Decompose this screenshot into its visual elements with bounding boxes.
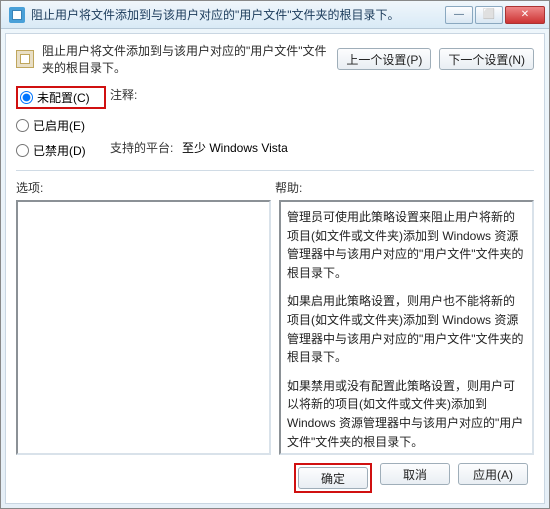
dialog-window: 阻止用户将文件添加到与该用户对应的"用户文件"文件夹的根目录下。 — ⬜ ✕ 阻… — [0, 0, 550, 509]
radio-disabled-input[interactable] — [16, 144, 29, 157]
comment-label: 注释: — [110, 86, 176, 103]
options-pane — [16, 200, 271, 455]
previous-setting-button[interactable]: 上一个设置(P) — [337, 48, 431, 70]
policy-description: 阻止用户将文件添加到与该用户对应的"用户文件"文件夹的根目录下。 — [42, 42, 329, 76]
platform-row: 支持的平台: 至少 Windows Vista — [110, 139, 534, 156]
options-label: 选项: — [16, 179, 275, 196]
policy-icon — [16, 50, 34, 68]
radio-enabled[interactable]: 已启用(E) — [16, 117, 106, 134]
help-pane[interactable]: 管理员可使用此策略设置来阻止用户将新的项目(如文件或文件夹)添加到 Window… — [279, 200, 534, 455]
minimize-button[interactable]: — — [445, 6, 473, 24]
footer: 确定 取消 应用(A) — [16, 455, 534, 495]
info-block: 注释: 支持的平台: 至少 Windows Vista — [110, 86, 534, 156]
next-setting-button[interactable]: 下一个设置(N) — [439, 48, 534, 70]
comment-row: 注释: — [110, 86, 534, 103]
radio-group: 未配置(C) 已启用(E) 已禁用(D) — [16, 86, 106, 159]
radio-enabled-label: 已启用(E) — [33, 117, 85, 134]
ok-highlight: 确定 — [294, 463, 372, 493]
help-label: 帮助: — [275, 179, 534, 196]
divider — [16, 170, 534, 171]
radio-not-configured-highlight: 未配置(C) — [16, 86, 106, 109]
ok-button[interactable]: 确定 — [298, 467, 368, 489]
radio-not-configured-input[interactable] — [20, 91, 33, 104]
content-area: 阻止用户将文件添加到与该用户对应的"用户文件"文件夹的根目录下。 上一个设置(P… — [5, 33, 545, 504]
config-row: 未配置(C) 已启用(E) 已禁用(D) 注释: — [16, 86, 534, 164]
apply-button[interactable]: 应用(A) — [458, 463, 528, 485]
header-row: 阻止用户将文件添加到与该用户对应的"用户文件"文件夹的根目录下。 上一个设置(P… — [16, 42, 534, 76]
radio-not-configured[interactable]: 未配置(C) — [20, 89, 90, 106]
cancel-button[interactable]: 取消 — [380, 463, 450, 485]
platform-value: 至少 Windows Vista — [182, 139, 534, 156]
close-button[interactable]: ✕ — [505, 6, 545, 24]
help-paragraph: 如果启用此策略设置，则用户也不能将新的项目(如文件或文件夹)添加到 Window… — [287, 292, 526, 366]
titlebar: 阻止用户将文件添加到与该用户对应的"用户文件"文件夹的根目录下。 — ⬜ ✕ — [1, 1, 549, 29]
radio-not-configured-label: 未配置(C) — [37, 89, 90, 106]
radio-enabled-input[interactable] — [16, 119, 29, 132]
help-paragraph: 如果禁用或没有配置此策略设置，则用户可以将新的项目(如文件或文件夹)添加到 Wi… — [287, 377, 526, 451]
window-controls: — ⬜ ✕ — [445, 6, 545, 24]
maximize-button[interactable]: ⬜ — [475, 6, 503, 24]
help-paragraph: 管理员可使用此策略设置来阻止用户将新的项目(如文件或文件夹)添加到 Window… — [287, 208, 526, 282]
radio-disabled[interactable]: 已禁用(D) — [16, 142, 106, 159]
window-title: 阻止用户将文件添加到与该用户对应的"用户文件"文件夹的根目录下。 — [31, 6, 445, 23]
panes-header: 选项: 帮助: — [16, 179, 534, 196]
panes: 管理员可使用此策略设置来阻止用户将新的项目(如文件或文件夹)添加到 Window… — [16, 200, 534, 455]
app-icon — [9, 7, 25, 23]
platform-label: 支持的平台: — [110, 139, 176, 156]
radio-disabled-label: 已禁用(D) — [33, 142, 86, 159]
